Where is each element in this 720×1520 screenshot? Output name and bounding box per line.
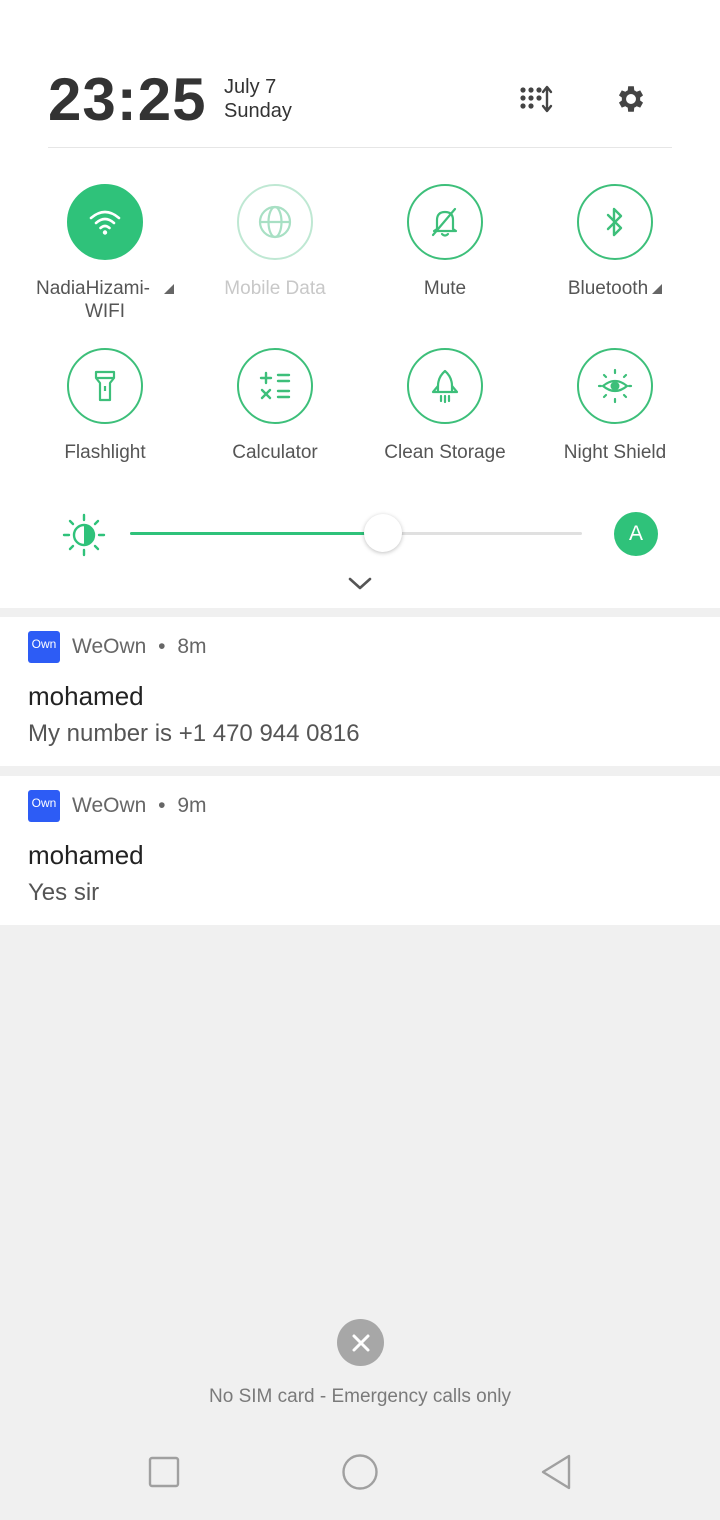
tile-label: Bluetooth xyxy=(567,278,649,299)
tile-label: Mute xyxy=(423,278,467,299)
expand-triangle-icon[interactable] xyxy=(164,283,175,294)
tile-label: NadiaHizami- xyxy=(35,278,151,299)
edit-tiles-icon[interactable] xyxy=(515,80,555,120)
notification-card[interactable]: Own WeOwn • 8m mohamed My number is +1 4… xyxy=(0,617,720,766)
gear-icon[interactable] xyxy=(611,79,651,119)
brightness-slider[interactable] xyxy=(130,514,582,552)
tile-label: Night Shield xyxy=(563,442,667,463)
eye-sun-icon xyxy=(577,348,653,424)
notification-time: 8m xyxy=(177,635,207,658)
tile-label-line2: WIFI xyxy=(84,301,126,322)
app-name: WeOwn xyxy=(72,635,147,658)
tile-label: Calculator xyxy=(232,442,318,463)
brightness-thumb[interactable] xyxy=(364,514,403,552)
tile-mute[interactable]: Mute xyxy=(360,184,530,300)
tile-clean-storage[interactable]: Clean Storage xyxy=(360,348,530,464)
clock: 23:25 xyxy=(48,66,207,133)
home-button[interactable] xyxy=(340,1452,380,1492)
calculator-icon xyxy=(237,348,313,424)
bell-off-icon xyxy=(407,184,483,260)
separator: • xyxy=(158,635,166,658)
notification-body: Yes sir xyxy=(28,879,100,906)
date: July 7 Sunday xyxy=(224,75,292,123)
auto-brightness-button[interactable]: A xyxy=(614,512,658,556)
circle-icon xyxy=(342,1454,378,1490)
globe-icon xyxy=(237,184,313,260)
sim-status-text: No SIM card - Emergency calls only xyxy=(209,1386,511,1407)
tile-label: Clean Storage xyxy=(384,442,506,463)
clear-all-button[interactable] xyxy=(337,1319,384,1366)
triangle-back-icon xyxy=(541,1454,571,1490)
tile-label: Flashlight xyxy=(64,442,146,463)
app-icon: Own xyxy=(28,790,60,822)
app-icon: Own xyxy=(28,631,60,663)
back-button[interactable] xyxy=(536,1452,576,1492)
rocket-icon xyxy=(407,348,483,424)
recents-button[interactable] xyxy=(144,1452,184,1492)
notification-title: mohamed xyxy=(28,840,144,870)
chevron-down-icon[interactable] xyxy=(345,572,375,596)
weekday-line: Sunday xyxy=(224,100,292,122)
expand-triangle-icon[interactable] xyxy=(652,283,663,294)
brightness-icon xyxy=(62,513,106,557)
tile-night-shield[interactable]: Night Shield xyxy=(530,348,700,464)
tile-bluetooth[interactable]: Bluetooth xyxy=(530,184,700,300)
header-divider xyxy=(48,147,672,148)
separator: • xyxy=(158,794,166,817)
tile-mobile-data[interactable]: Mobile Data xyxy=(190,184,360,300)
close-icon xyxy=(352,1334,369,1351)
tile-wifi[interactable]: NadiaHizami- WIFI xyxy=(20,184,190,323)
tile-label: Mobile Data xyxy=(224,278,326,299)
flashlight-icon xyxy=(67,348,143,424)
wifi-icon xyxy=(67,184,143,260)
bluetooth-icon xyxy=(577,184,653,260)
notification-body: My number is +1 470 944 0816 xyxy=(28,720,360,747)
tile-flashlight[interactable]: Flashlight xyxy=(20,348,190,464)
date-line: July 7 xyxy=(224,76,277,98)
notification-time: 9m xyxy=(177,794,207,817)
notification-card[interactable]: Own WeOwn • 9m mohamed Yes sir xyxy=(0,776,720,925)
brightness-fill xyxy=(130,532,384,535)
tile-calculator[interactable]: Calculator xyxy=(190,348,360,464)
square-icon xyxy=(148,1456,180,1488)
notification-title: mohamed xyxy=(28,681,144,711)
app-name: WeOwn xyxy=(72,794,147,817)
quick-settings-panel: 23:25 July 7 Sunday NadiaHizami- WIFI Mo… xyxy=(0,0,720,608)
